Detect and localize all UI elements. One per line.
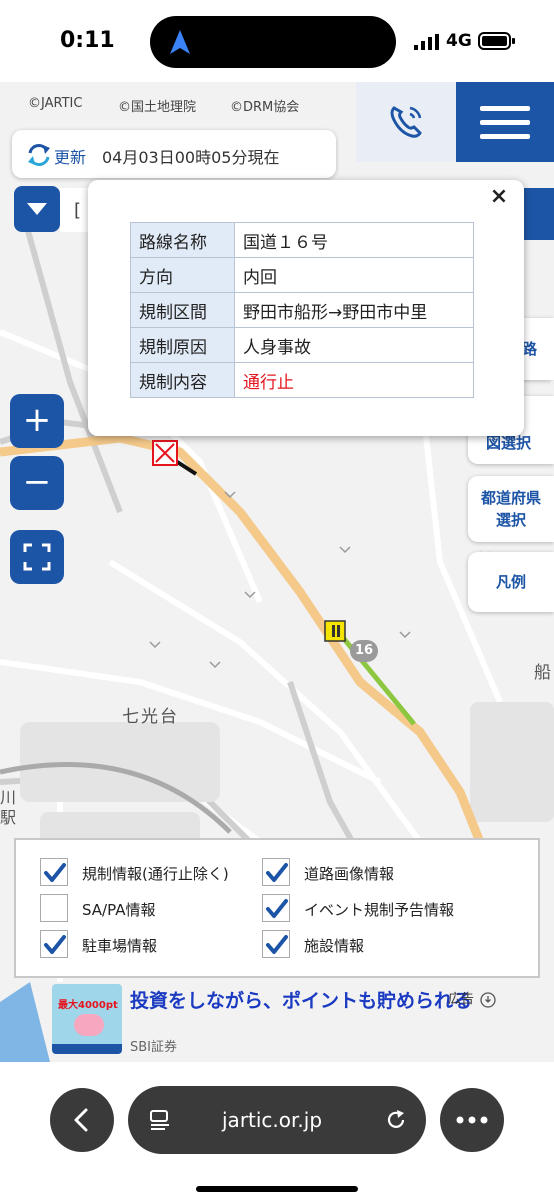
close-button[interactable]: × bbox=[486, 184, 512, 210]
dropdown-button[interactable] bbox=[14, 186, 60, 232]
refresh-icon bbox=[28, 144, 50, 166]
update-label[interactable]: 更新 bbox=[54, 144, 86, 168]
credit-drm: ©DRM協会 bbox=[230, 100, 300, 115]
more-button[interactable] bbox=[440, 1088, 504, 1152]
row-key: 路線名称 bbox=[130, 222, 235, 258]
phone-icon bbox=[390, 106, 422, 138]
route-shield-label: 16 bbox=[354, 643, 374, 658]
fullscreen-icon bbox=[23, 543, 51, 571]
regulation-popup: × 路線名称 国道１６号 方向 内回 規制区間 野田市船形→野田市中里 規制原因… bbox=[88, 180, 524, 436]
menu-bar-icon bbox=[480, 106, 530, 111]
reader-icon[interactable] bbox=[148, 1108, 172, 1132]
phone-button[interactable] bbox=[356, 82, 456, 162]
chevron-down-icon bbox=[27, 203, 47, 215]
side-button-legend-label: 凡例 bbox=[495, 573, 526, 591]
filter-label: 駐車場情報 bbox=[82, 937, 158, 955]
zoom-out-button[interactable]: − bbox=[10, 456, 64, 510]
side-panel-tab[interactable] bbox=[524, 188, 554, 240]
checkbox-facility[interactable] bbox=[262, 930, 290, 958]
filter-label: 規制情報(通行止除く) bbox=[82, 865, 229, 883]
ad-sponsor: SBI証券 bbox=[130, 1040, 178, 1055]
fullscreen-button[interactable] bbox=[10, 530, 64, 584]
checkmark-icon bbox=[44, 935, 66, 954]
row-value: 野田市船形→野田市中里 bbox=[234, 292, 474, 328]
chevron-left-icon bbox=[74, 1108, 88, 1132]
place-label: 七光台 bbox=[122, 707, 179, 727]
checkmark-icon bbox=[44, 863, 66, 882]
signal-icon bbox=[414, 34, 439, 50]
ad-label[interactable]: 広告 bbox=[448, 988, 496, 1008]
home-indicator bbox=[196, 1186, 358, 1192]
edge-label-right: 船 bbox=[534, 663, 551, 683]
filter-label: 施設情報 bbox=[304, 937, 365, 955]
table-row: 方向 内回 bbox=[130, 257, 474, 293]
status-bar: 0:11 4G bbox=[0, 0, 554, 82]
row-value: 内回 bbox=[234, 257, 474, 293]
search-partial-text: [ bbox=[74, 200, 82, 221]
layer-filter-panel: 規制情報(通行止除く) 道路画像情報 SA/PA情報 イベント規制予告情報 駐車… bbox=[14, 838, 540, 978]
zoom-in-button[interactable]: + bbox=[10, 394, 64, 448]
menu-button[interactable] bbox=[456, 82, 554, 162]
filter-label: SA/PA情報 bbox=[82, 901, 156, 919]
browser-bottom-bar: jartic.or.jp bbox=[0, 1062, 554, 1200]
ad-image-text: 最大4000pt bbox=[58, 1000, 118, 1011]
credit-gsi: ©国土地理院 bbox=[118, 100, 197, 115]
route-shield-badge: 16 bbox=[350, 640, 378, 662]
row-key: 方向 bbox=[130, 257, 235, 293]
back-button[interactable] bbox=[50, 1088, 114, 1152]
ad-banner[interactable]: 最大4000pt 投資をしながら、ポイントも貯められる SBI証券 広告 bbox=[0, 980, 554, 1062]
location-arrow-icon bbox=[170, 30, 190, 54]
side-button-prefecture[interactable]: 都道府県 選択 bbox=[468, 476, 554, 542]
ad-title[interactable]: 投資をしながら、ポイントも貯められる bbox=[130, 990, 502, 1012]
piggy-icon bbox=[74, 1014, 104, 1036]
dynamic-island bbox=[150, 16, 396, 68]
credit-jartic: ©JARTIC bbox=[28, 96, 83, 111]
checkmark-icon bbox=[266, 935, 288, 954]
side-button-prefecture-label: 都道府県 選択 bbox=[480, 489, 541, 529]
network-type: 4G bbox=[446, 31, 472, 51]
checkbox-event[interactable] bbox=[262, 894, 290, 922]
update-box[interactable]: 更新 04月03日00時05分現在 bbox=[12, 130, 336, 178]
status-time: 0:11 bbox=[60, 28, 115, 53]
address-bar[interactable]: jartic.or.jp bbox=[128, 1086, 426, 1154]
battery-icon bbox=[478, 32, 515, 50]
table-row: 路線名称 国道１６号 bbox=[130, 222, 474, 258]
screen: 0:11 4G 16 七光台 船 川駅 ©JARTIC ©国土地理院 ©DRM協… bbox=[0, 0, 554, 1200]
table-row: 規制内容 通行止 bbox=[130, 362, 474, 398]
filter-label: イベント規制予告情報 bbox=[304, 901, 455, 919]
url-text[interactable]: jartic.or.jp bbox=[222, 1108, 322, 1132]
menu-bar-icon bbox=[480, 134, 530, 139]
row-value: 国道１６号 bbox=[234, 222, 474, 258]
checkbox-sapa[interactable] bbox=[40, 894, 68, 922]
filter-label: 道路画像情報 bbox=[304, 865, 395, 883]
side-button-legend[interactable]: 凡例 bbox=[468, 552, 554, 612]
table-row: 規制区間 野田市船形→野田市中里 bbox=[130, 292, 474, 328]
row-key: 規制内容 bbox=[130, 362, 235, 398]
more-dots-icon bbox=[456, 1116, 488, 1124]
checkbox-regulation[interactable] bbox=[40, 858, 68, 886]
row-value: 人身事故 bbox=[234, 327, 474, 363]
edge-label-left: 川駅 bbox=[0, 788, 17, 827]
regulation-table: 路線名称 国道１６号 方向 内回 規制区間 野田市船形→野田市中里 規制原因 人… bbox=[130, 222, 474, 398]
row-key: 規制区間 bbox=[130, 292, 235, 328]
ad-label-text: 広告 bbox=[448, 992, 475, 1007]
update-timestamp: 04月03日00時05分現在 bbox=[102, 148, 280, 167]
ad-image[interactable]: 最大4000pt bbox=[52, 984, 122, 1054]
road-closure-icon[interactable] bbox=[152, 440, 178, 466]
checkmark-icon bbox=[266, 863, 288, 882]
checkbox-road-camera[interactable] bbox=[262, 858, 290, 886]
table-row: 規制原因 人身事故 bbox=[130, 327, 474, 363]
checkmark-icon bbox=[266, 899, 288, 918]
reload-icon[interactable] bbox=[384, 1108, 408, 1132]
info-icon bbox=[480, 991, 496, 1008]
row-key: 規制原因 bbox=[130, 327, 235, 363]
row-value-closure: 通行止 bbox=[234, 362, 474, 398]
road-camera-icon[interactable] bbox=[324, 620, 346, 642]
side-button-road-label: 路 bbox=[522, 340, 538, 358]
menu-bar-icon bbox=[480, 120, 530, 125]
checkbox-parking[interactable] bbox=[40, 930, 68, 958]
ad-image-footer bbox=[52, 1044, 122, 1054]
